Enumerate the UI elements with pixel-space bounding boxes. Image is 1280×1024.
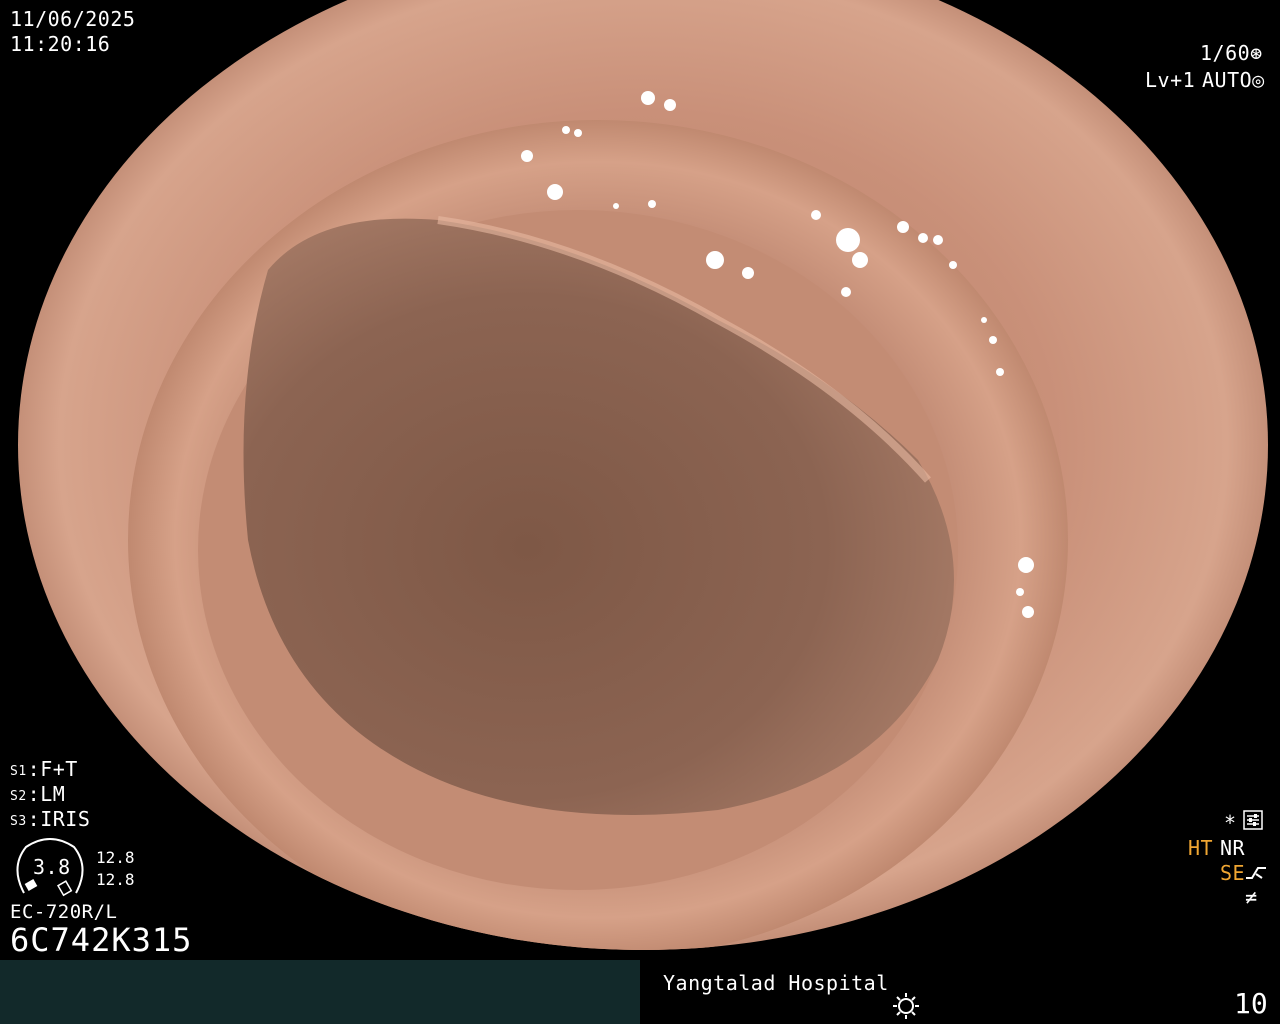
- curve-icon: [1244, 862, 1268, 882]
- scope-model: EC-720R/L: [10, 901, 118, 923]
- iris-icon: ◎: [1252, 68, 1265, 92]
- iris-mode-label: AUTO◎: [1202, 69, 1265, 91]
- setting-s3: S3:IRIS: [10, 807, 91, 831]
- setting-s2: S2:LM: [10, 782, 66, 806]
- shutter-value: 1/60: [1200, 41, 1251, 65]
- sun-icon: [892, 992, 920, 1020]
- ht-label: HT: [1188, 836, 1214, 860]
- s2-value: LM: [40, 782, 66, 806]
- s2-label: S2: [10, 789, 27, 804]
- date-label: 11/06/2025: [10, 7, 136, 31]
- scope-serial: 6C742K315: [10, 921, 193, 959]
- setting-s1: S1:F+T: [10, 757, 78, 781]
- gauge-value: 3.8: [33, 855, 71, 879]
- shutter-label: 1/60⊛: [1200, 42, 1263, 64]
- s1-value: F+T: [40, 757, 78, 781]
- gauge-bottom-value: 12.8: [96, 870, 135, 889]
- hospital-name: Yangtalad Hospital: [663, 971, 889, 995]
- s3-label: S3: [10, 814, 27, 829]
- iris-mode-value: AUTO: [1202, 68, 1253, 92]
- frame-number: 10: [1234, 987, 1268, 1020]
- se-label: SE: [1220, 861, 1246, 885]
- aperture-icon: ⊛: [1250, 41, 1263, 65]
- neq-label: ≠: [1245, 885, 1258, 909]
- s3-value: IRIS: [40, 807, 91, 831]
- nr-label: NR: [1220, 836, 1246, 860]
- s1-label: S1: [10, 764, 27, 779]
- settings-sliders-icon: [1243, 810, 1263, 830]
- level-label: Lv+1: [1145, 68, 1196, 92]
- bottom-bar-left: [0, 960, 640, 1024]
- endoscope-view: [18, 0, 1268, 950]
- asterisk-label: *: [1224, 811, 1237, 835]
- time-label: 11:20:16: [10, 32, 111, 56]
- colon-lumen-image: [18, 0, 1268, 950]
- gauge-top-value: 12.8: [96, 848, 135, 867]
- insertion-gauge: 3.8: [10, 837, 90, 897]
